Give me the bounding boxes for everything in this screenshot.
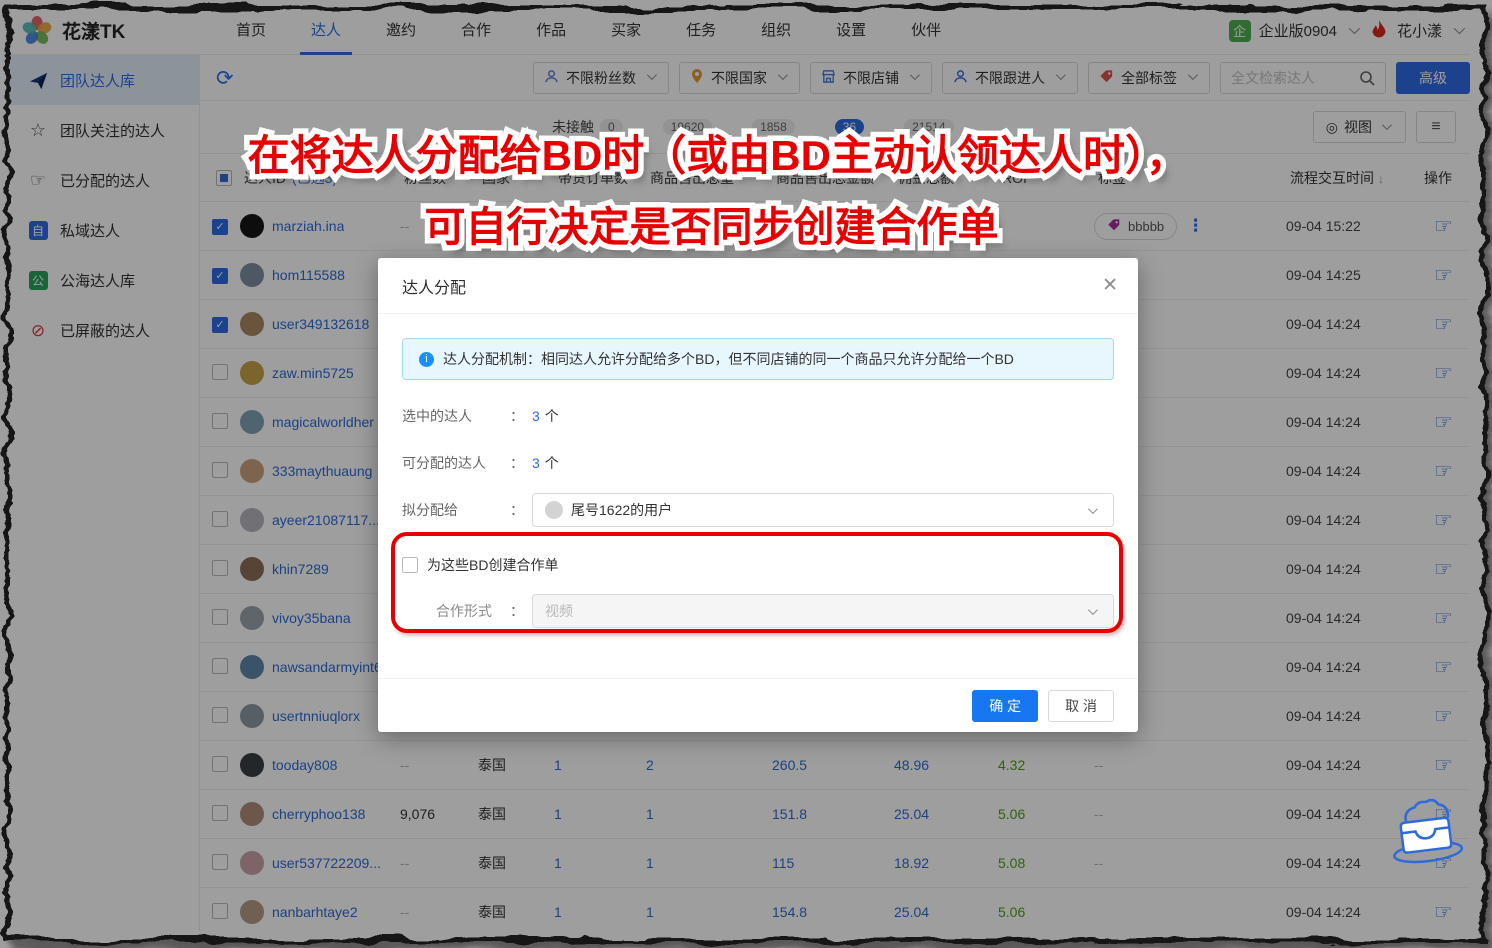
assignable-creators-row: 可分配的达人 ： 3 个 [402,453,1114,473]
assignee-select[interactable]: 尾号1622的用户 [532,493,1114,527]
info-icon: i [419,352,434,367]
assignable-creators-count: 3 [532,455,540,471]
create-order-checkbox[interactable] [402,557,418,573]
coop-type-row: 合作形式 ： 视频 [402,594,1114,628]
chevron-down-icon [1088,605,1098,615]
coop-type-select: 视频 [532,594,1114,628]
create-order-row: 为这些BD创建合作单 [402,555,1114,575]
screenshot-stage: 花漾TK 首页达人邀约合作作品买家任务组织设置伙伴 企 企业版0904 花小漾 … [0,0,1492,948]
assign-rule-alert: i 达人分配机制：相同达人允许分配给多个BD，但不同店铺的同一个商品只允许分配给… [402,338,1114,380]
modal-footer: 确 定 取 消 [378,678,1138,732]
modal-title: 达人分配 [402,274,466,298]
confirm-button[interactable]: 确 定 [972,690,1038,722]
floating-tray-icon [1383,785,1473,884]
avatar [545,501,563,519]
assignee-row: 拟分配给 ： 尾号1622的用户 [402,493,1114,527]
assign-creator-modal: 达人分配 ✕ i 达人分配机制：相同达人允许分配给多个BD，但不同店铺的同一个商… [378,258,1138,732]
close-icon[interactable]: ✕ [1102,274,1118,297]
selected-creators-row: 选中的达人 ： 3 个 [402,406,1114,426]
cancel-button[interactable]: 取 消 [1048,690,1114,722]
chevron-down-icon [1088,504,1098,514]
modal-header: 达人分配 ✕ [378,258,1138,314]
selected-creators-count: 3 [532,408,540,424]
